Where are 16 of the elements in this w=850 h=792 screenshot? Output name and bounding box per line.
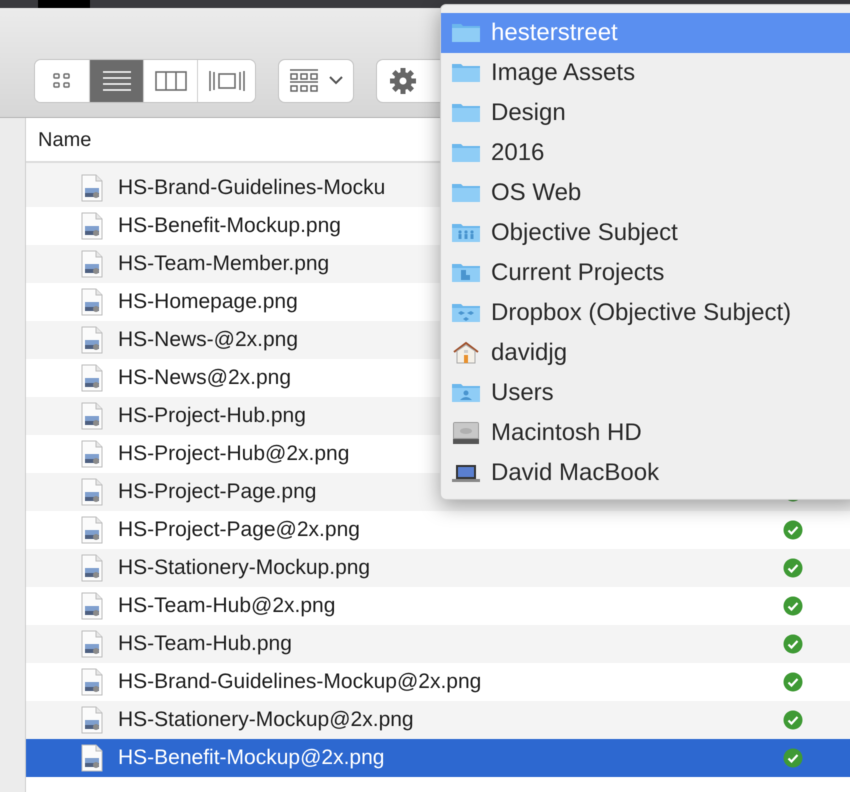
- file-name: HS-Benefit-Mockup.png: [118, 213, 341, 240]
- file-name: HS-Team-Hub.png: [118, 631, 292, 658]
- file-name: HS-Project-Hub@2x.png: [118, 441, 350, 468]
- file-name: HS-Stationery-Mockup.png: [118, 555, 370, 582]
- file-name: HS-Brand-Guidelines-Mocku: [118, 175, 386, 202]
- file-name: HS-Homepage.png: [118, 289, 298, 316]
- file-name: HS-Project-Hub.png: [118, 403, 306, 430]
- file-name: HS-Brand-Guidelines-Mockup@2x.png: [118, 669, 482, 696]
- file-name: HS-Stationery-Mockup@2x.png: [118, 707, 414, 734]
- file-name: HS-Team-Hub@2x.png: [118, 593, 336, 620]
- file-name: HS-Team-Member.png: [118, 251, 330, 278]
- file-name: HS-Benefit-Mockup@2x.png: [118, 745, 384, 772]
- file-name: HS-Project-Page@2x.png: [118, 517, 360, 544]
- file-name: HS-News@2x.png: [118, 365, 292, 392]
- file-name: HS-News-@2x.png: [118, 327, 298, 354]
- file-name: HS-Project-Page.png: [118, 479, 316, 506]
